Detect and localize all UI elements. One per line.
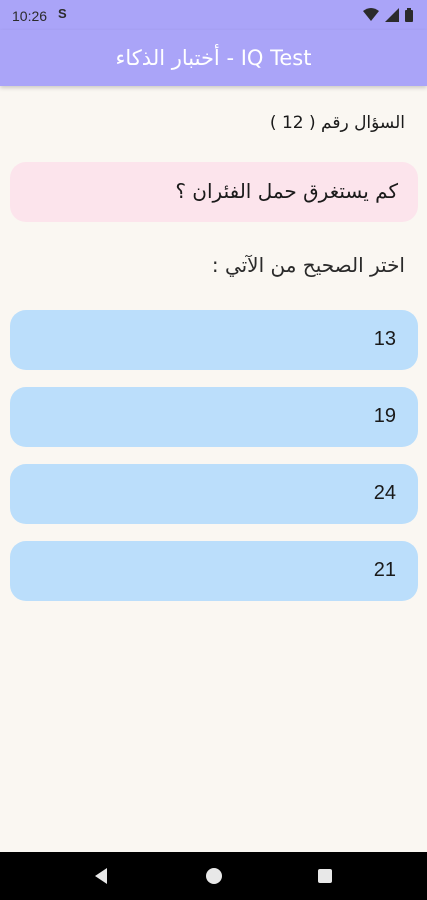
app-bar: أختبار الذكاء - IQ Test [0,30,427,86]
back-icon[interactable] [95,868,107,884]
recent-apps-icon[interactable] [318,869,332,883]
status-icons [363,8,413,22]
answer-option-label: 19 [373,405,396,427]
answer-option-label: 24 [373,482,396,504]
question-text: كم يستغرق حمل الفئران ؟ [175,179,398,203]
answer-option-label: 13 [373,328,396,350]
instruction-text: اختر الصحيح من الآتي : [211,253,405,277]
signal-icon [385,8,399,22]
status-bar: 10:26 S [0,0,427,30]
home-icon[interactable] [206,868,222,884]
status-time: 10:26 [12,8,48,24]
navigation-bar [0,852,427,900]
answer-option-2[interactable]: 19 [10,387,418,447]
question-number: السؤال رقم ( 12 ) [269,113,405,133]
question-card: كم يستغرق حمل الفئران ؟ [10,162,418,222]
sim-icon: S [58,6,67,21]
battery-icon [405,8,413,22]
answer-option-1[interactable]: 13 [10,310,418,370]
app-title: أختبار الذكاء - IQ Test [115,46,312,70]
answer-option-3[interactable]: 24 [10,464,418,524]
answer-option-4[interactable]: 21 [10,541,418,601]
wifi-icon [363,8,379,21]
answer-option-label: 21 [373,559,396,581]
